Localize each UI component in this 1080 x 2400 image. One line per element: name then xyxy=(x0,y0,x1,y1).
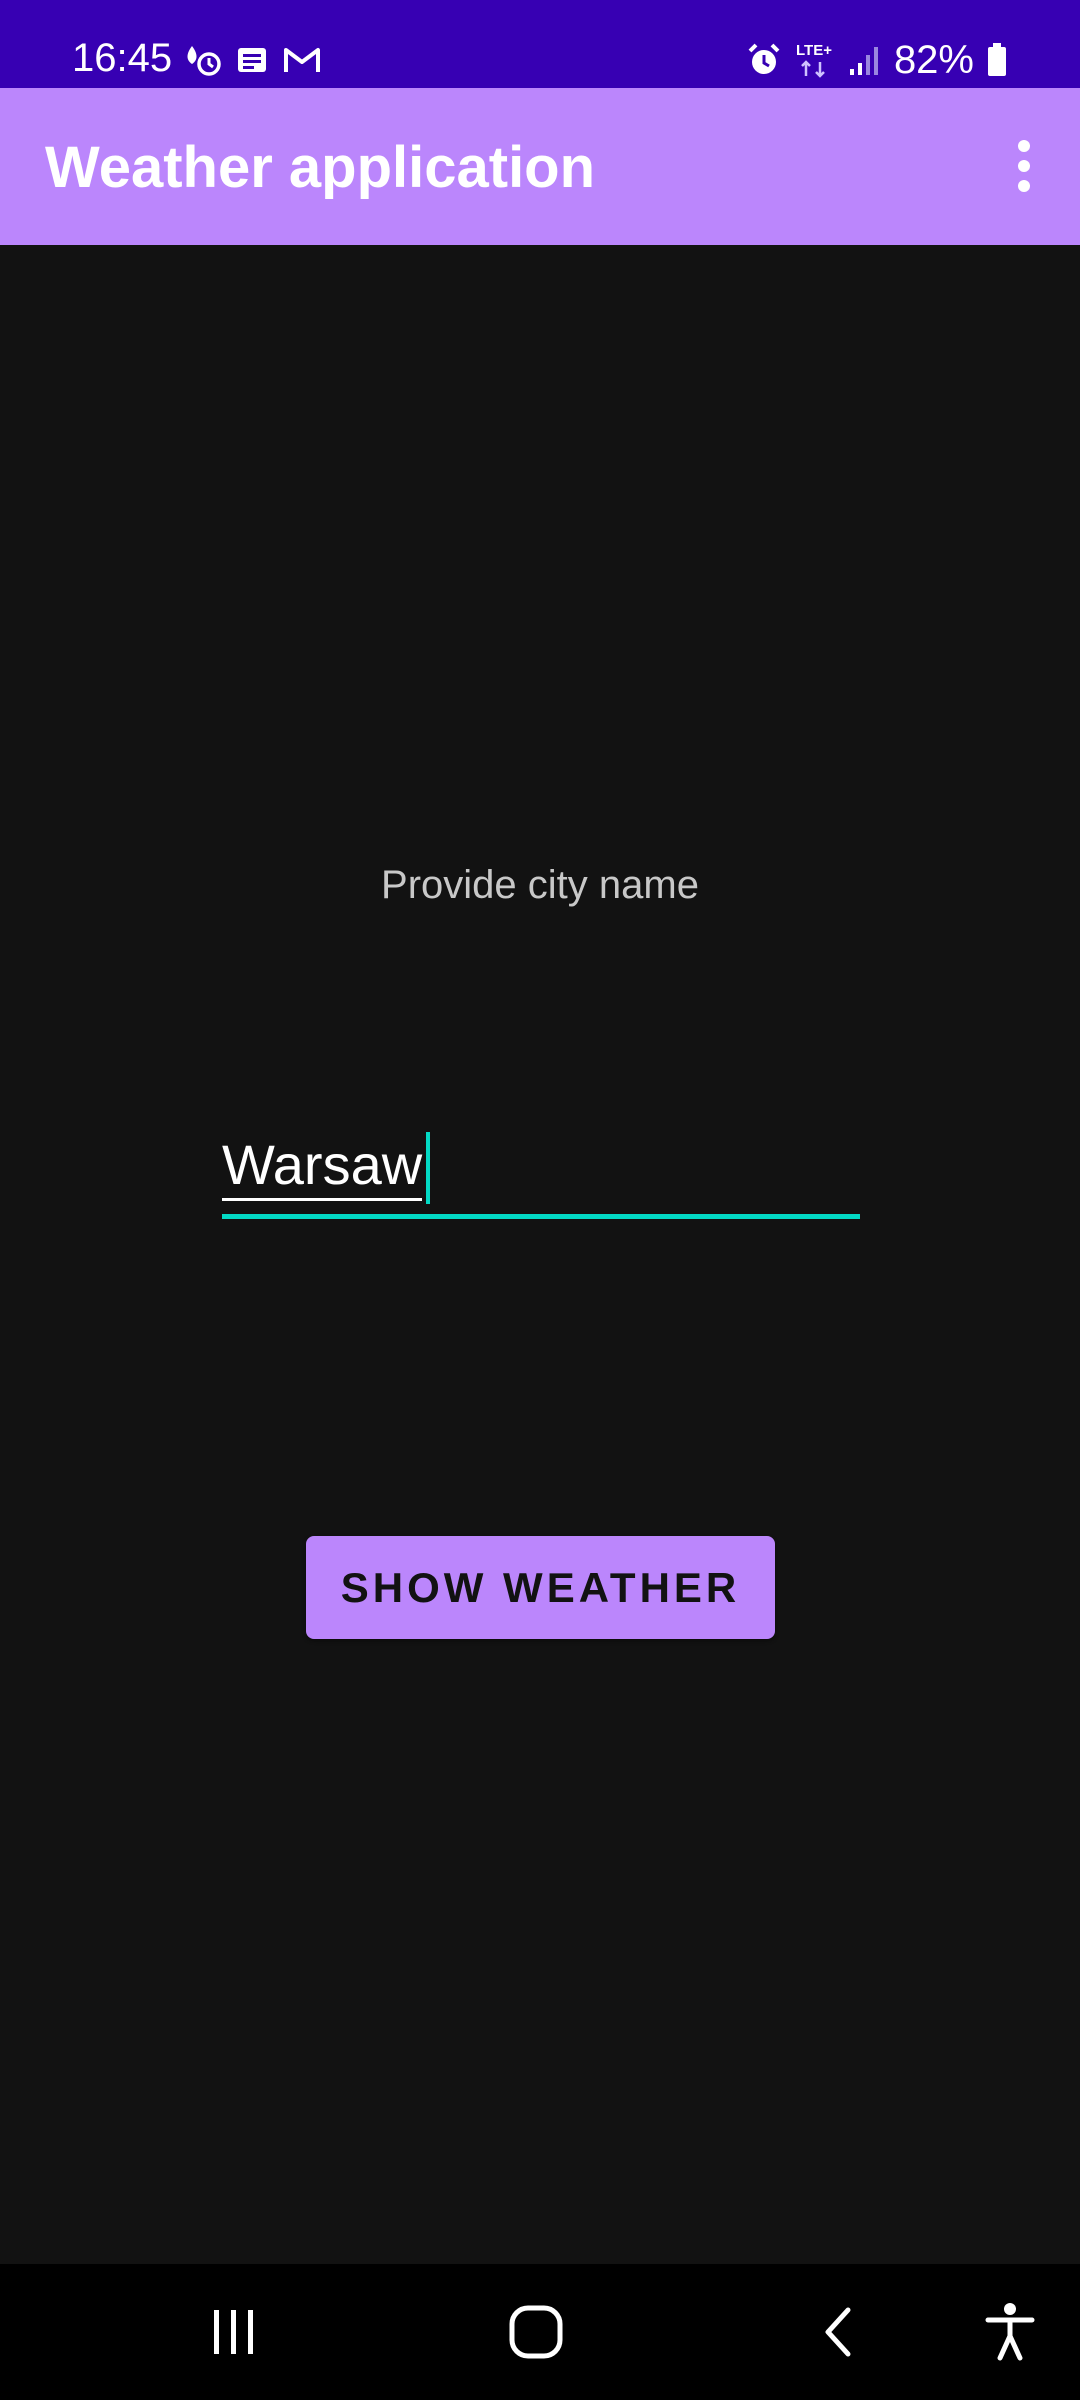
battery-icon xyxy=(986,42,1008,78)
weather-alert-icon xyxy=(182,42,222,78)
show-weather-button[interactable]: SHOW WEATHER xyxy=(306,1536,775,1639)
system-status-icons: LTE+ 82% xyxy=(746,36,1008,84)
text-cursor xyxy=(426,1132,430,1204)
city-input-text: Warsaw xyxy=(222,1133,423,1196)
back-button[interactable] xyxy=(790,2292,886,2372)
status-bar: 16:45 LTE+ 82% xyxy=(0,0,1080,88)
app-bar: Weather application xyxy=(0,88,1080,245)
back-icon xyxy=(818,2306,858,2358)
home-icon xyxy=(508,2304,564,2360)
navigation-bar xyxy=(0,2264,1080,2400)
app-screen: 16:45 LTE+ 82% Weather application Provi… xyxy=(0,0,1080,2400)
city-prompt-label: Provide city name xyxy=(381,863,699,907)
accessibility-icon xyxy=(984,2302,1036,2362)
more-vert-icon xyxy=(1016,138,1032,194)
app-title: Weather application xyxy=(45,135,596,200)
city-input-field[interactable]: Warsaw xyxy=(222,1128,860,1220)
recent-apps-button[interactable] xyxy=(186,2292,282,2372)
input-underline xyxy=(222,1214,860,1219)
status-time: 16:45 xyxy=(72,36,173,80)
alarm-icon xyxy=(746,42,782,78)
more-options-button[interactable] xyxy=(988,124,1060,208)
home-button[interactable] xyxy=(488,2292,584,2372)
battery-percent: 82% xyxy=(893,38,974,82)
news-icon xyxy=(236,45,268,75)
accessibility-button[interactable] xyxy=(962,2292,1058,2372)
city-input-value[interactable]: Warsaw xyxy=(222,1132,423,1201)
lte-plus-icon: LTE+ xyxy=(794,40,836,80)
signal-icon xyxy=(848,43,882,77)
notification-icons xyxy=(182,42,322,78)
recent-apps-icon xyxy=(208,2306,260,2358)
gmail-icon xyxy=(282,45,322,75)
svg-text:LTE+: LTE+ xyxy=(796,42,832,59)
